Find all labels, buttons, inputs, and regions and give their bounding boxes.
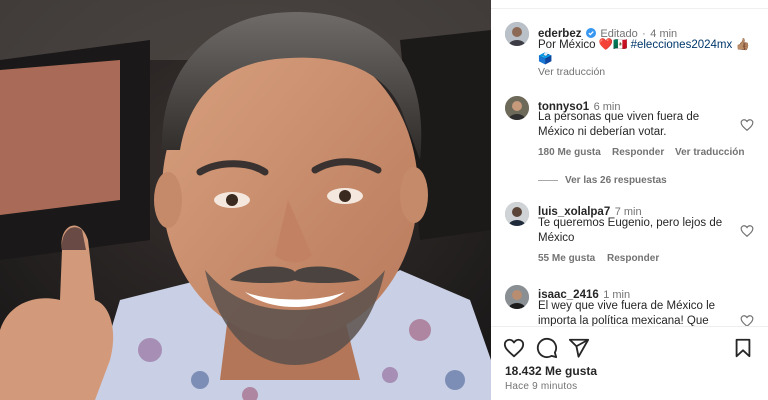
top-divider [491,0,768,9]
caption-line-2: 🗳️ [538,53,553,65]
portrait-image [0,0,491,400]
post-timestamp: Hace 9 minutos [505,381,578,392]
heart-icon[interactable] [503,337,525,359]
comment-like-heart-icon[interactable] [740,224,754,238]
avatar-image [505,96,529,120]
post-side-panel: ederbez Editado · 4 min Por México ❤️🇲🇽 … [491,0,768,400]
caption-line-1: Por México ❤️🇲🇽 #elecciones2024mx 👍🏽 [538,38,750,53]
comment-text-line-2: México [538,232,575,244]
replies-line [538,180,558,181]
comment-reply-button[interactable]: Responder [607,253,659,264]
view-replies-button[interactable]: Ver las 26 respuestas [565,175,667,186]
share-icon[interactable] [568,337,590,359]
comment-likes[interactable]: 55 Me gusta [538,253,595,264]
comment-text-line-1: Te queremos Eugenio, pero lejos de [538,217,723,229]
comment-text-line-1: El wey que vive fuera de México le [538,300,716,312]
caption-text: Por México [538,39,596,51]
hashtag-link[interactable]: #elecciones2024mx [631,39,733,51]
comment-like-heart-icon[interactable] [740,118,754,132]
action-bar: 18.432 Me gusta Hace 9 minutos [491,326,768,400]
post-likes-count[interactable]: 18.432 Me gusta [505,364,597,378]
post-photo[interactable] [0,0,491,400]
caption-emojis: ❤️🇲🇽 [598,39,628,51]
comment-icon[interactable] [536,337,558,359]
avatar-image [505,285,529,309]
trailing-emoji: 👍🏽 [735,39,750,51]
comment-translate-link[interactable]: Ver traducción [675,147,744,158]
verified-badge-icon [585,28,596,38]
avatar-image [505,202,529,226]
comment-text-line-1: La personas que viven fuera de [538,111,700,123]
comment-avatar[interactable] [505,285,529,309]
comment-reply-button[interactable]: Responder [612,147,664,158]
comment-avatar[interactable] [505,202,529,226]
author-avatar[interactable] [505,22,529,46]
caption-translate-link[interactable]: Ver traducción [538,66,605,78]
avatar-image [505,22,529,46]
comment-likes[interactable]: 180 Me gusta [538,147,601,158]
comment-text-line-2: México ni deberían votar. [538,126,667,138]
bookmark-icon[interactable] [732,337,754,359]
comment-avatar[interactable] [505,96,529,120]
